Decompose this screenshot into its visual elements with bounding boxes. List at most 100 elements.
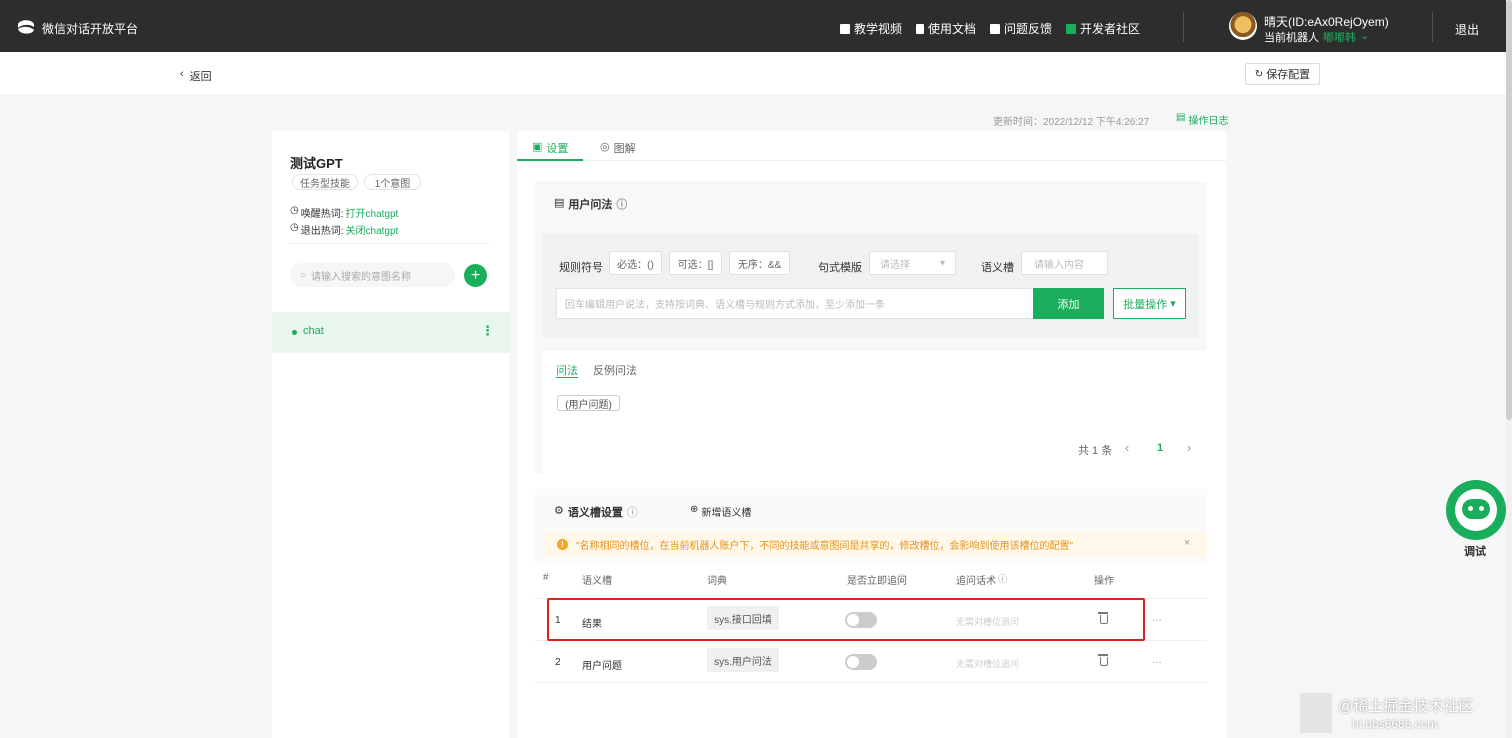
nav-docs[interactable]: 使用文档 bbox=[916, 20, 976, 37]
watermark-url: ht.bbs6666.com bbox=[1352, 717, 1438, 731]
skill-panel: 测试GPT 任务型技能 1个意图 ◷ 唤醒热词: 打开chatgpt ◷ 退出热词: 关… bbox=[272, 131, 509, 738]
col-header: 语义槽 bbox=[582, 576, 612, 587]
info-icon: ⓘ bbox=[897, 574, 907, 584]
chevron-left-icon[interactable]: ‹ bbox=[1125, 440, 1129, 455]
immediate-ask-toggle[interactable] bbox=[845, 654, 877, 670]
warning-icon: ! bbox=[557, 538, 568, 550]
more-icon[interactable]: ⋮ bbox=[481, 323, 494, 339]
page-scrollbar[interactable] bbox=[1506, 0, 1512, 738]
utterance-editor bbox=[543, 234, 1199, 338]
diagram-icon: ◎ bbox=[600, 141, 610, 153]
batch-operation-button[interactable]: 批量操作 ▾ bbox=[1113, 288, 1186, 319]
utterance-tag[interactable]: (用户问题) bbox=[557, 395, 620, 411]
feedback-icon bbox=[990, 23, 1000, 34]
debug-button[interactable] bbox=[1446, 480, 1506, 540]
search-icon: ○ bbox=[300, 269, 307, 281]
add-button[interactable]: 添加 bbox=[1033, 288, 1104, 319]
tab-settings[interactable]: ▣ 设置 bbox=[532, 140, 568, 156]
logout-button[interactable]: 退出 bbox=[1455, 21, 1479, 38]
row-index: 2 bbox=[555, 657, 561, 668]
save-config-button[interactable]: ↻ 保存配置 bbox=[1245, 63, 1320, 85]
warning-banner: ! "名称相同的槽位，在当前机器人账户下，不同的技能或意图间是共享的，修改槽位，… bbox=[543, 532, 1207, 556]
nav-dev-community[interactable]: 开发者社区 bbox=[1066, 20, 1140, 37]
chevron-left-icon: ‹ bbox=[180, 68, 184, 80]
col-header: 追问话术 bbox=[956, 576, 996, 587]
active-tab-indicator bbox=[517, 159, 583, 161]
platform-title: 微信对话开放平台 bbox=[42, 22, 139, 36]
info-icon: ⓘ bbox=[998, 574, 1008, 584]
col-header: 词典 bbox=[707, 576, 727, 587]
update-time: 更新时间：2022/12/12 下午4:26:27 bbox=[993, 117, 1150, 128]
plus-circle-icon: ⊕ bbox=[690, 504, 699, 515]
intent-count-tag: 1个意图 bbox=[364, 174, 421, 190]
slot-name: 用户问题 bbox=[582, 661, 622, 672]
robot-switcher[interactable]: 当前机器人 嘟嘟韩 ⌄ bbox=[1264, 29, 1369, 45]
highlight-box bbox=[547, 598, 1145, 641]
intent-label: chat bbox=[303, 325, 324, 337]
settings-icon: ▣ bbox=[532, 141, 543, 153]
debug-label: 调试 bbox=[1464, 546, 1486, 558]
back-button[interactable]: ‹ 返回 bbox=[180, 68, 212, 84]
avatar[interactable] bbox=[1229, 12, 1257, 40]
refresh-icon: ↻ bbox=[1254, 68, 1264, 80]
rule-optional-chip[interactable]: 可选：[] bbox=[669, 251, 722, 275]
status-dot bbox=[292, 330, 297, 335]
template-select[interactable]: 请选择 ▾ bbox=[869, 251, 956, 275]
more-icon[interactable]: … bbox=[1152, 655, 1162, 666]
operation-log-link[interactable]: ▤ 操作日志 bbox=[1176, 112, 1228, 127]
total-count: 共 1 条 bbox=[1078, 445, 1113, 457]
new-slot-button[interactable]: ⊕ 新增语义槽 bbox=[690, 504, 751, 519]
chevron-right-icon[interactable]: › bbox=[1187, 440, 1191, 455]
video-icon bbox=[840, 23, 850, 34]
skill-name: 测试GPT bbox=[290, 156, 343, 171]
rule-unordered-chip[interactable]: 无序：&& bbox=[729, 251, 790, 275]
utterance-section: ▤ 用户问法 ⓘ 规则符号 必选：() 可选：[] 无序：&& 句式模版 请选择 ▾ … bbox=[535, 181, 1207, 473]
add-intent-button[interactable]: + bbox=[464, 264, 487, 287]
watermark-text: @稀土掘金技术社区 bbox=[1338, 698, 1474, 715]
rule-label: 规则符号 bbox=[559, 262, 603, 274]
nav-feedback[interactable]: 问题反馈 bbox=[990, 20, 1052, 37]
robot-icon bbox=[1455, 489, 1497, 531]
dictionary-chip[interactable]: sys.用户问法 bbox=[707, 648, 779, 672]
intent-item-chat[interactable]: chat ⋮ bbox=[272, 312, 509, 353]
nav-tutorial-video[interactable]: 教学视频 bbox=[840, 20, 902, 37]
top-bar: 微信对话开放平台 教学视频 使用文档 问题反馈 开发者社区 晴天(ID:eAx0… bbox=[0, 0, 1506, 52]
robot-name: 嘟嘟韩 bbox=[1323, 32, 1356, 44]
ask-text: 无需对槽位追问 bbox=[956, 659, 1020, 669]
rule-required-chip[interactable]: 必选：() bbox=[609, 251, 662, 275]
tab-counter-examples[interactable]: 反例问法 bbox=[593, 362, 637, 378]
gear-icon: ⚙ bbox=[554, 505, 564, 517]
document-icon bbox=[916, 23, 924, 34]
more-icon[interactable]: … bbox=[1152, 613, 1162, 624]
exit-word: ◷ 退出热词: 关闭chatgpt bbox=[290, 222, 399, 237]
trash-icon[interactable] bbox=[1098, 654, 1108, 666]
template-label: 句式模版 bbox=[818, 262, 862, 274]
wake-word: ◷ 唤醒热词: 打开chatgpt bbox=[290, 205, 399, 220]
utterance-list bbox=[543, 351, 1207, 429]
plus-icon: + bbox=[470, 266, 481, 284]
settings-panel: ▣ 设置 ◎ 图解 ▤ 用户问法 ⓘ 规则符号 必选：() 可选：[] 无序：&& 句式… bbox=[517, 131, 1226, 738]
caret-down-icon: ▾ bbox=[939, 257, 945, 269]
divider bbox=[535, 682, 1207, 683]
slot-label: 语义槽 bbox=[981, 262, 1014, 274]
caret-down-icon: ▾ bbox=[1170, 298, 1176, 310]
col-header: 操作 bbox=[1094, 576, 1114, 587]
close-icon[interactable]: × bbox=[1184, 537, 1190, 549]
divider bbox=[290, 243, 489, 244]
exit-word-value[interactable]: 关闭chatgpt bbox=[346, 222, 399, 237]
wake-word-value[interactable]: 打开chatgpt bbox=[346, 205, 399, 220]
page-number[interactable]: 1 bbox=[1157, 442, 1163, 454]
chevron-down-icon: ⌄ bbox=[1360, 30, 1370, 42]
sub-header: ‹ 返回 ↻ 保存配置 bbox=[0, 52, 1506, 94]
user-name: 晴天(ID:eAx0RejOyem) bbox=[1264, 15, 1389, 29]
platform-logo bbox=[18, 20, 34, 34]
watermark-logo bbox=[1300, 693, 1332, 733]
tab-utterances[interactable]: 问法 bbox=[556, 362, 578, 378]
intent-search-input[interactable]: ○ 请输入搜索的意图名称 bbox=[290, 263, 455, 287]
tab-diagram[interactable]: ◎ 图解 bbox=[600, 140, 636, 156]
grid-icon bbox=[1066, 23, 1076, 34]
col-header: # bbox=[543, 572, 549, 583]
slot-input[interactable]: 请输入内容 bbox=[1021, 251, 1108, 275]
utterance-input[interactable]: 回车编辑用户说法，支持按词典、语义槽与规则方式添加，至少添加一条 bbox=[556, 288, 1034, 319]
section-title: ▤ 用户问法 ⓘ bbox=[554, 197, 628, 211]
